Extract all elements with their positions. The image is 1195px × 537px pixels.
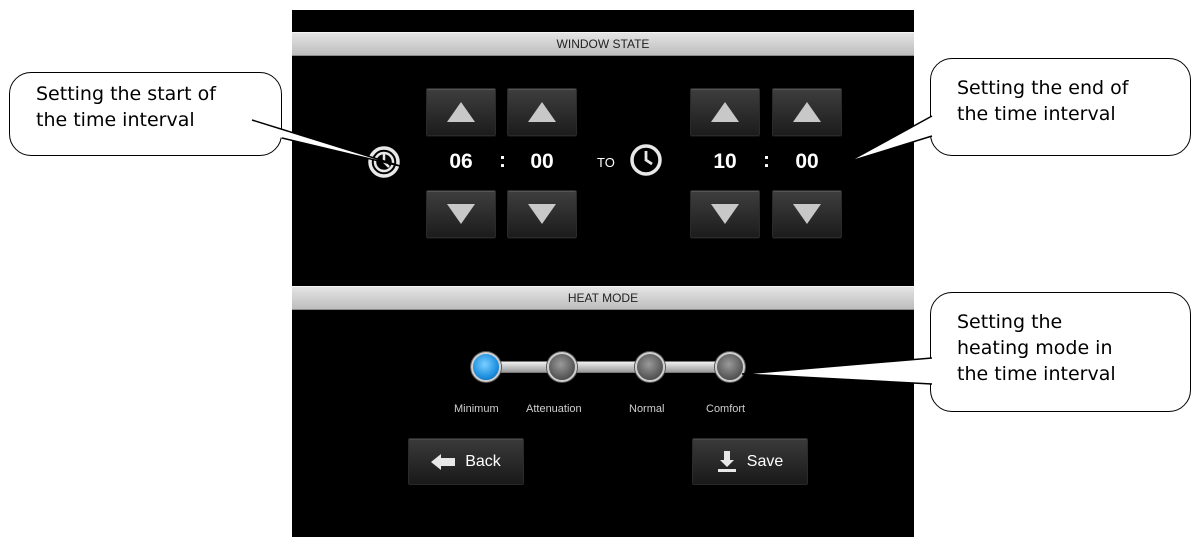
heat-mode-label-attenuation[interactable]: Attenuation [526,403,582,415]
triangle-down-icon [528,204,556,224]
triangle-up-icon [528,102,556,122]
end-hours-up-button[interactable] [690,88,760,136]
start-hours-value: 06 [449,150,473,173]
callout-end-line1: Setting the end of [957,77,1129,99]
back-button-label: Back [465,452,501,470]
end-time-separator: : [763,149,770,172]
download-icon [717,450,736,472]
start-hours-up-button[interactable] [426,88,496,136]
triangle-up-icon [793,102,821,122]
heat-mode-knob-comfort[interactable] [715,352,745,382]
start-minutes-value: 00 [530,150,554,173]
thermostat-screen: WINDOW STATE 06 : 00 TO 10 : 00 HEAT MOD… [292,10,914,537]
triangle-down-icon [711,204,739,224]
end-minutes-value: 00 [795,150,819,173]
window-state-header: WINDOW STATE [292,32,914,56]
heat-mode-label-minimum[interactable]: Minimum [454,403,499,415]
triangle-up-icon [711,102,739,122]
heat-mode-slider-track[interactable] [472,361,738,373]
clock-icon [630,144,662,176]
callout-heat-line3: the time interval [957,363,1116,385]
start-time-separator: : [499,149,506,172]
save-button-label: Save [746,452,784,470]
triangle-down-icon [447,204,475,224]
heat-mode-label-comfort[interactable]: Comfort [706,403,745,415]
heat-mode-knob-minimum[interactable] [471,352,501,382]
clock-icon [368,146,400,178]
start-minutes-down-button[interactable] [507,190,577,238]
callout-heat-line2: heating mode in [957,337,1113,359]
end-hours-down-button[interactable] [690,190,760,238]
heat-mode-knob-attenuation[interactable] [547,352,577,382]
end-minutes-down-button[interactable] [772,190,842,238]
triangle-up-icon [447,102,475,122]
to-label: TO [597,155,615,170]
callout-heat-line1: Setting the [957,311,1063,333]
callout-start-time: Setting the start of the time interval [9,72,282,156]
callout-end-time: Setting the end of the time interval [930,58,1191,156]
heat-mode-header: HEAT MODE [292,286,914,310]
callout-end-line2: the time interval [957,103,1116,125]
end-minutes-up-button[interactable] [772,88,842,136]
callout-start-line1: Setting the start of [36,83,216,105]
end-hours-value: 10 [713,150,737,173]
callout-heat-mode: Setting the heating mode in the time int… [930,292,1191,412]
triangle-down-icon [793,204,821,224]
arrow-left-icon [431,453,456,470]
heat-mode-knob-normal[interactable] [635,352,665,382]
callout-start-line2: the time interval [36,109,195,131]
back-button[interactable]: Back [408,438,524,485]
start-hours-down-button[interactable] [426,190,496,238]
heat-mode-label-normal[interactable]: Normal [629,403,664,415]
save-button[interactable]: Save [692,438,808,485]
start-minutes-up-button[interactable] [507,88,577,136]
